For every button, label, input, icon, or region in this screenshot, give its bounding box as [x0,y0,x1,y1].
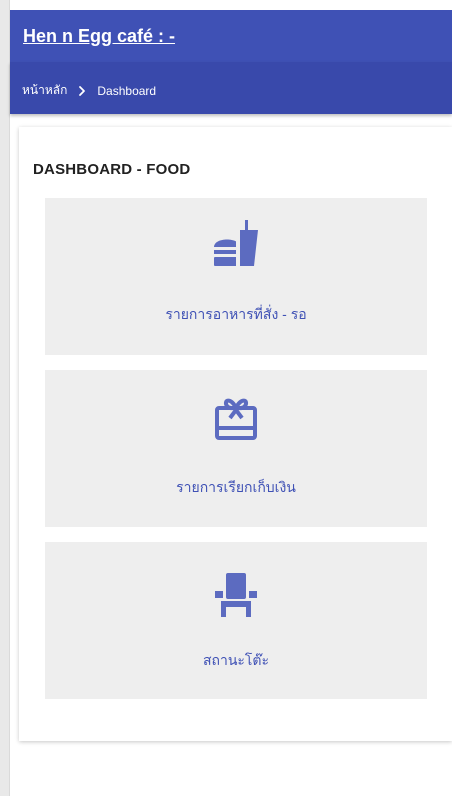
breadcrumb-home-link[interactable]: หน้าหลัก [22,81,67,100]
app-title-link[interactable]: Hen n Egg café : - [23,26,175,47]
fastfood-icon [214,220,258,266]
app-header: Hen n Egg café : - [10,10,452,62]
tile-label-food-orders: รายการอาหารที่สั่ง - รอ [165,306,307,322]
tile-table-status[interactable]: สถานะโต๊ะ [45,542,427,699]
chevron-right-icon [79,85,86,96]
breadcrumb: หน้าหลัก Dashboard [22,81,156,100]
breadcrumb-current: Dashboard [97,83,157,98]
breadcrumb-bar: หน้าหลัก Dashboard [10,62,452,114]
app-viewport: Hen n Egg café : - หน้าหลัก Dashboard DA… [0,0,452,796]
left-edge-rail [0,0,10,796]
tile-billing[interactable]: รายการเรียกเก็บเงิน [45,370,427,527]
tile-label-billing: รายการเรียกเก็บเงิน [176,479,296,495]
tile-label-table-status: สถานะโต๊ะ [202,652,270,668]
chair-icon [215,573,257,617]
tile-food-orders-pending[interactable]: รายการอาหารที่สั่ง - รอ [45,198,427,355]
gift-card-icon [215,398,257,440]
page-title: DASHBOARD - FOOD [33,161,191,178]
dashboard-card: DASHBOARD - FOOD รายการอาหารที่สั่ง - รอ [19,127,452,741]
